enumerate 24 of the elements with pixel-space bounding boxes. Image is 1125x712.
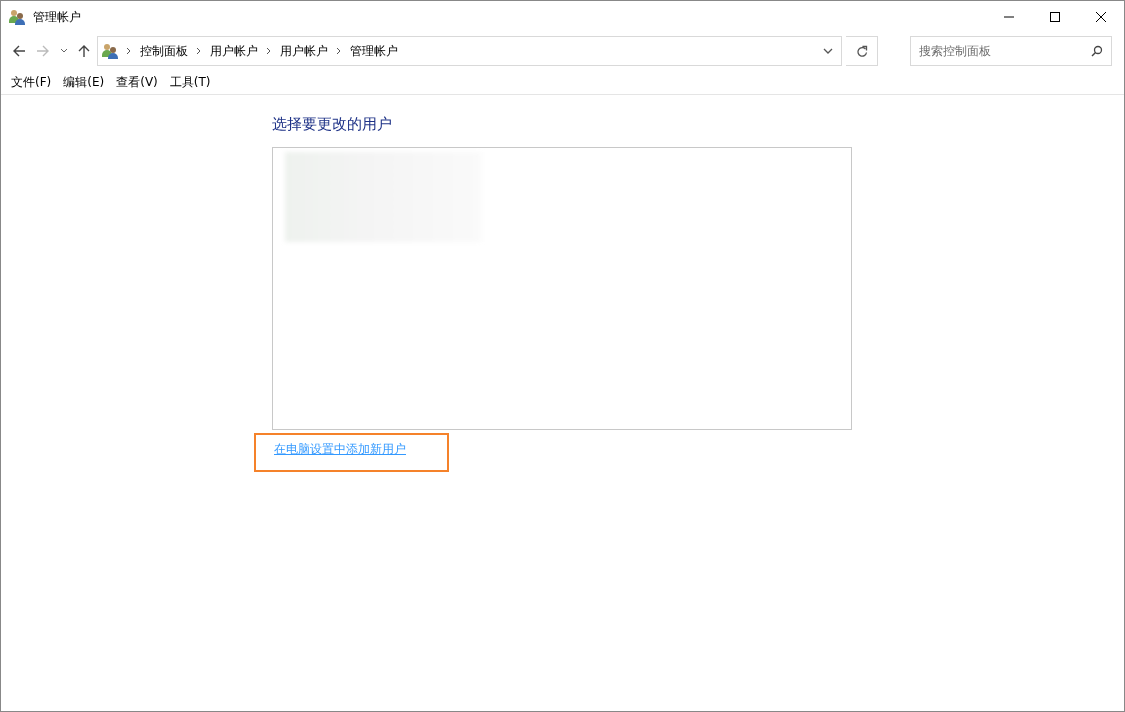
refresh-button[interactable] [846, 36, 878, 66]
chevron-right-icon [126, 47, 132, 55]
address-bar[interactable]: 控制面板 用户帐户 用户帐户 管理帐户 [97, 36, 842, 66]
window-title: 管理帐户 [33, 9, 81, 26]
search-icon [1091, 45, 1103, 57]
breadcrumb-item[interactable]: 用户帐户 [210, 42, 258, 60]
breadcrumb-item[interactable]: 管理帐户 [350, 42, 398, 60]
chevron-right-icon [336, 47, 342, 55]
menu-item[interactable]: 工具(T) [163, 72, 217, 91]
breadcrumb-item[interactable]: 用户帐户 [280, 42, 328, 60]
menu-item[interactable]: 编辑(E) [57, 72, 111, 91]
search-field[interactable]: 搜索控制面板 [910, 36, 1112, 66]
menu-item[interactable]: 文件(F) [5, 72, 58, 91]
chevron-right-icon [196, 47, 202, 55]
breadcrumb-item[interactable]: 控制面板 [140, 42, 188, 60]
users-icon [9, 9, 25, 25]
menu-item[interactable]: 查看(V) [110, 72, 164, 91]
refresh-icon [855, 44, 868, 58]
close-icon [1095, 11, 1107, 23]
chevron-right-icon [266, 47, 272, 55]
chevron-down-icon[interactable] [823, 48, 833, 54]
users-icon [102, 43, 118, 59]
page-heading: 选择要更改的用户 [272, 115, 393, 133]
maximize-icon [1049, 11, 1061, 23]
